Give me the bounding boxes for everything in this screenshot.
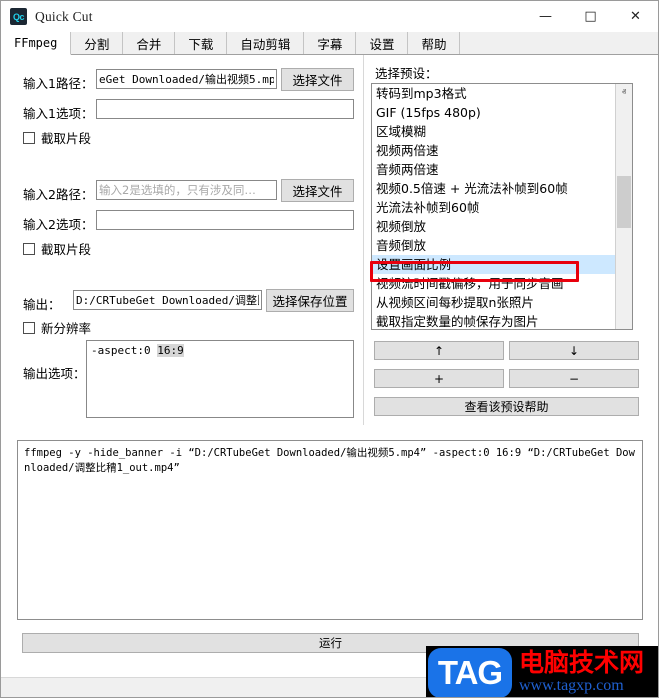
watermark-overlay: TAG 电脑技术网 www.tagxp.com — [426, 646, 659, 698]
list-item[interactable]: 音频倒放 — [372, 236, 617, 255]
input2-options-field[interactable] — [96, 210, 354, 230]
app-icon: Qc — [10, 8, 27, 25]
list-item[interactable]: 光流法补帧到60帧 — [372, 198, 617, 217]
tab-merge[interactable]: 合并 — [123, 32, 175, 54]
new-resolution-checkbox[interactable] — [23, 322, 35, 334]
add-preset-button[interactable]: + — [374, 369, 504, 388]
maximize-button[interactable]: □ — [568, 1, 613, 32]
output-options-textarea[interactable]: -aspect:0 16:9 — [86, 340, 354, 418]
scrollbar-thumb[interactable] — [617, 176, 631, 228]
move-preset-down-button[interactable]: ↓ — [509, 341, 639, 360]
close-button[interactable]: ✕ — [613, 1, 658, 32]
remove-preset-button[interactable]: − — [509, 369, 639, 388]
output-options-prefix: -aspect:0 — [91, 344, 157, 357]
window-controls: — □ ✕ — [523, 1, 658, 32]
new-resolution-checkbox-row[interactable]: 新分辨率 — [23, 318, 91, 337]
list-item[interactable]: GIF (15fps 480p) — [372, 103, 617, 122]
output-browse-button[interactable]: 选择保存位置 — [266, 289, 354, 312]
tab-split[interactable]: 分割 — [71, 32, 123, 54]
app-window: Qc Quick Cut — □ ✕ FFmpeg 分割 合并 下载 自动剪辑 … — [0, 0, 659, 698]
input1-path-field[interactable] — [96, 69, 277, 89]
window-title: Quick Cut — [35, 9, 93, 25]
clip1-label: 截取片段 — [41, 128, 91, 147]
watermark-badge: TAG — [428, 648, 512, 698]
output-options-label: 输出选项： — [23, 363, 86, 382]
preset-list-scrollbar[interactable]: ⱏ ⱟ — [615, 84, 632, 329]
new-resolution-label: 新分辨率 — [41, 318, 91, 337]
output-label: 输出： — [23, 294, 61, 313]
clip2-checkbox[interactable] — [23, 243, 35, 255]
list-item[interactable]: 转码到mp3格式 — [372, 84, 617, 103]
move-preset-up-button[interactable]: ↑ — [374, 341, 504, 360]
list-item[interactable]: 截取指定数量的帧保存为图片 — [372, 312, 617, 330]
input2-options-label: 输入2选项： — [23, 214, 93, 233]
tab-bar: FFmpeg 分割 合并 下载 自动剪辑 字幕 设置 帮助 — [1, 32, 658, 55]
output-path-field[interactable] — [73, 290, 262, 310]
clip1-checkbox[interactable] — [23, 132, 35, 144]
tab-ffmpeg[interactable]: FFmpeg — [1, 32, 71, 55]
list-item[interactable]: 视频倒放 — [372, 217, 617, 236]
watermark-site-name: 电脑技术网 — [519, 650, 644, 676]
clip2-checkbox-row[interactable]: 截取片段 — [23, 239, 91, 258]
input1-options-field[interactable] — [96, 99, 354, 119]
input2-path-field[interactable] — [96, 180, 277, 200]
scroll-down-icon[interactable]: ⱟ — [616, 312, 632, 329]
preset-section-label: 选择预设： — [375, 63, 438, 82]
list-item[interactable]: 视频0.5倍速 + 光流法补帧到60帧 — [372, 179, 617, 198]
tab-settings[interactable]: 设置 — [356, 32, 408, 54]
list-item[interactable]: 视频流时间戳偏移，用于同步音画 — [372, 274, 617, 293]
input1-path-label: 输入1路径： — [23, 73, 93, 92]
output-options-selected-text: 16:9 — [157, 344, 184, 357]
scroll-up-icon[interactable]: ⱏ — [616, 84, 632, 101]
input2-browse-button[interactable]: 选择文件 — [281, 179, 354, 202]
input1-browse-button[interactable]: 选择文件 — [281, 68, 354, 91]
preset-list: 转码到mp3格式 GIF (15fps 480p) 区域模糊 视频两倍速 音频两… — [372, 84, 617, 330]
title-bar: Qc Quick Cut — □ ✕ — [1, 1, 658, 32]
input2-path-label: 输入2路径： — [23, 184, 93, 203]
list-item[interactable]: 区域模糊 — [372, 122, 617, 141]
list-item-selected[interactable]: 设置画面比例 — [372, 255, 617, 274]
preset-listbox[interactable]: 转码到mp3格式 GIF (15fps 480p) 区域模糊 视频两倍速 音频两… — [371, 83, 633, 330]
tab-help[interactable]: 帮助 — [408, 32, 460, 54]
main-content: 输入1路径： 选择文件 输入1选项： 截取片段 输入2路径： 选择文件 输入2选… — [1, 55, 658, 698]
tab-auto-edit[interactable]: 自动剪辑 — [227, 32, 304, 54]
list-item[interactable]: 从视频区间每秒提取n张照片 — [372, 293, 617, 312]
list-item[interactable]: 视频两倍速 — [372, 141, 617, 160]
watermark-url: www.tagxp.com — [519, 677, 644, 695]
input1-options-label: 输入1选项： — [23, 103, 93, 122]
panel-divider — [363, 55, 364, 425]
tab-download[interactable]: 下载 — [175, 32, 227, 54]
tab-subtitle[interactable]: 字幕 — [304, 32, 356, 54]
watermark-text-group: 电脑技术网 www.tagxp.com — [519, 650, 644, 695]
preset-help-button[interactable]: 查看该预设帮助 — [374, 397, 639, 416]
command-preview-textarea[interactable]: ffmpeg -y -hide_banner -i “D:/CRTubeGet … — [17, 440, 643, 620]
clip1-checkbox-row[interactable]: 截取片段 — [23, 128, 91, 147]
minimize-button[interactable]: — — [523, 1, 568, 32]
clip2-label: 截取片段 — [41, 239, 91, 258]
list-item[interactable]: 音频两倍速 — [372, 160, 617, 179]
